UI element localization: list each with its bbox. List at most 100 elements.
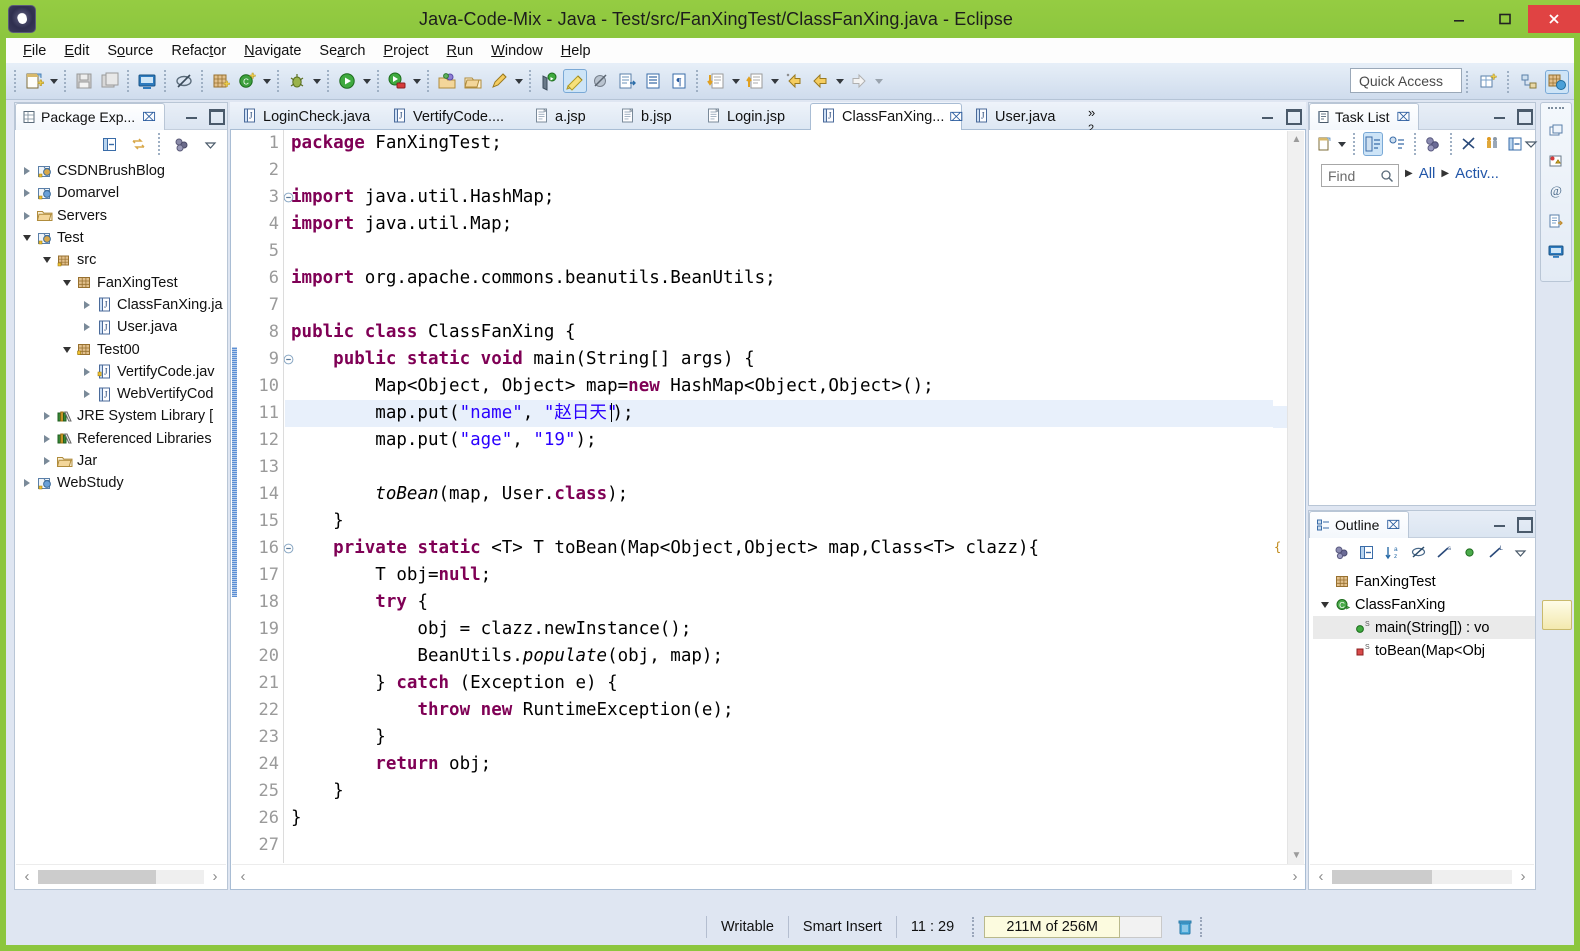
twisty-collapsed-icon[interactable] bbox=[19, 167, 35, 175]
code-line[interactable]: return obj; bbox=[285, 751, 1283, 778]
minimize-editor-button[interactable] bbox=[1260, 107, 1276, 123]
editor-tab-user-java[interactable]: J User.java bbox=[964, 104, 1072, 130]
code-line[interactable]: } bbox=[285, 805, 1283, 832]
new-java-class-icon[interactable]: C bbox=[235, 69, 259, 93]
twisty-collapsed-icon[interactable] bbox=[39, 435, 55, 443]
scroll-down-icon[interactable]: ▼ bbox=[1288, 847, 1305, 864]
tab-task-list[interactable]: Task List ⌧ bbox=[1309, 103, 1420, 130]
tree-item-src[interactable]: src bbox=[17, 249, 227, 271]
open-task-icon[interactable] bbox=[461, 69, 485, 93]
view-menu-chevron-icon[interactable] bbox=[1522, 132, 1540, 156]
next-arrow-icon[interactable] bbox=[847, 69, 871, 93]
scroll-right-icon[interactable]: › bbox=[1284, 868, 1305, 885]
next-arrow-dropdown[interactable] bbox=[872, 70, 885, 92]
menu-search[interactable]: Search bbox=[310, 41, 374, 61]
code-line[interactable]: obj = clazz.newInstance(); bbox=[285, 616, 1283, 643]
scroll-right-icon[interactable]: › bbox=[204, 868, 226, 885]
external-tools-dropdown[interactable] bbox=[410, 70, 423, 92]
quick-access-input[interactable]: Quick Access bbox=[1350, 68, 1462, 93]
minimize-view-button[interactable] bbox=[184, 107, 200, 123]
tree-item-test[interactable]: Test bbox=[17, 227, 227, 249]
previous-edit-icon[interactable] bbox=[743, 69, 767, 93]
tree-item-fanxingtest[interactable]: FanXingTest bbox=[17, 271, 227, 293]
code-line[interactable]: } bbox=[285, 724, 1283, 751]
scroll-left-icon[interactable]: ‹ bbox=[232, 868, 254, 885]
overview-ruler[interactable]: { bbox=[1273, 131, 1287, 864]
new-wizard-icon[interactable] bbox=[22, 69, 46, 93]
code-line[interactable]: throw new RuntimeException(e); bbox=[285, 697, 1283, 724]
code-line[interactable] bbox=[285, 238, 1283, 265]
editor-tab-b-jsp[interactable]: b.jsp bbox=[610, 104, 694, 130]
print-icon[interactable] bbox=[135, 69, 159, 93]
scroll-track[interactable] bbox=[38, 869, 204, 884]
code-line[interactable]: public static void main(String[] args) { bbox=[285, 346, 1283, 373]
tree-item-csdnbrushblog[interactable]: CSDNBrushBlog bbox=[17, 160, 227, 182]
console-view-icon[interactable] bbox=[1544, 239, 1568, 263]
code-line[interactable]: } bbox=[285, 508, 1283, 535]
twisty-collapsed-icon[interactable] bbox=[79, 390, 95, 398]
filter-active-link[interactable]: Activ... bbox=[1455, 165, 1499, 182]
next-edit-icon[interactable] bbox=[704, 69, 728, 93]
outline-hscrollbar[interactable]: ‹ › bbox=[1310, 864, 1534, 888]
save-all-icon[interactable] bbox=[98, 69, 122, 93]
paragraph-icon[interactable]: ¶ bbox=[667, 69, 691, 93]
editor-vertical-scrollbar[interactable]: ▲ ▼ bbox=[1287, 131, 1304, 864]
java-ee-perspective-icon[interactable] bbox=[1517, 70, 1541, 94]
view-menu-chevron-icon[interactable] bbox=[198, 132, 222, 156]
tree-item-jar[interactable]: Jar bbox=[17, 450, 227, 472]
filter-active-caret-icon[interactable]: ▶ bbox=[1441, 168, 1449, 179]
open-type-icon[interactable] bbox=[435, 69, 459, 93]
close-icon[interactable]: ⌧ bbox=[949, 110, 963, 124]
sort-icon[interactable]: az bbox=[1383, 540, 1402, 564]
twisty-collapsed-icon[interactable] bbox=[19, 212, 35, 220]
twisty-expanded-icon[interactable] bbox=[19, 235, 35, 241]
tree-item-vertifycode-jav[interactable]: J VertifyCode.jav bbox=[17, 361, 227, 383]
maximize-view-button[interactable] bbox=[207, 107, 225, 125]
code-line[interactable]: private static <T> T toBean(Map<Object,O… bbox=[285, 535, 1283, 562]
declaration-view-icon[interactable] bbox=[1544, 209, 1568, 233]
close-icon[interactable]: ⌧ bbox=[142, 110, 156, 124]
hide-nonpublic-icon[interactable] bbox=[1460, 540, 1479, 564]
heap-status[interactable]: 211M of 256M bbox=[984, 915, 1121, 938]
tree-item-webvertifycod[interactable]: J WebVertifyCod bbox=[17, 383, 227, 405]
show-all-icon[interactable] bbox=[1483, 132, 1501, 156]
tree-item-user-java[interactable]: J User.java bbox=[17, 316, 227, 338]
debug-dropdown[interactable] bbox=[310, 70, 323, 92]
twisty-collapsed-icon[interactable] bbox=[79, 368, 95, 376]
editor-tab-a-jsp[interactable]: a.jsp bbox=[524, 104, 608, 130]
run-dropdown[interactable] bbox=[360, 70, 373, 92]
outline-item-main-string-vo[interactable]: Smain(String[]) : vo bbox=[1313, 616, 1535, 639]
new-task-icon[interactable] bbox=[1316, 132, 1334, 156]
code-line[interactable]: map.put("name", "赵日天"); bbox=[285, 400, 1283, 427]
package-explorer-hscrollbar[interactable]: ‹ › bbox=[16, 864, 226, 888]
scroll-up-icon[interactable]: ▲ bbox=[1288, 131, 1305, 148]
focus-on-workweek-icon[interactable] bbox=[1460, 132, 1478, 156]
outline-item-fanxingtest[interactable]: FanXingTest bbox=[1313, 570, 1535, 593]
tree-item-servers[interactable]: Servers bbox=[17, 205, 227, 227]
next-annotation-icon[interactable] bbox=[615, 69, 639, 93]
maximize-view-button[interactable] bbox=[1515, 107, 1533, 125]
tree-item-classfanxing-ja[interactable]: J ClassFanXing.ja bbox=[17, 294, 227, 316]
close-icon[interactable]: ⌧ bbox=[1396, 110, 1410, 124]
menu-run[interactable]: Run bbox=[438, 41, 483, 61]
twisty-expanded-icon[interactable] bbox=[1317, 602, 1333, 608]
javadoc-view-icon[interactable]: @ bbox=[1544, 179, 1568, 203]
outline-item-tobean-map-obj[interactable]: StoBean(Map<Obj bbox=[1313, 639, 1535, 662]
filter-all-link[interactable]: All bbox=[1419, 165, 1436, 182]
code-line[interactable]: try { bbox=[285, 589, 1283, 616]
scroll-thumb[interactable] bbox=[1332, 869, 1432, 884]
new-java-class-dropdown[interactable] bbox=[260, 70, 273, 92]
twisty-collapsed-icon[interactable] bbox=[39, 457, 55, 465]
twisty-collapsed-icon[interactable] bbox=[19, 479, 35, 487]
save-icon[interactable] bbox=[72, 69, 96, 93]
twisty-collapsed-icon[interactable] bbox=[79, 323, 95, 331]
previous-edit-dropdown[interactable] bbox=[768, 70, 781, 92]
new-java-package-icon[interactable] bbox=[209, 69, 233, 93]
java-source-editor[interactable]: 1 2 3 4 5 6 7 8 9 10 11 12 13 14 15 16 17 18 19 20 21 22 23 24 2… bbox=[230, 130, 1306, 890]
restore-view-icon[interactable] bbox=[1544, 119, 1568, 143]
run-icon[interactable] bbox=[335, 69, 359, 93]
search-icon[interactable] bbox=[487, 69, 511, 93]
minimize-button[interactable] bbox=[1436, 5, 1482, 33]
code-line[interactable]: import java.util.HashMap; bbox=[285, 184, 1283, 211]
back-icon[interactable] bbox=[782, 69, 806, 93]
